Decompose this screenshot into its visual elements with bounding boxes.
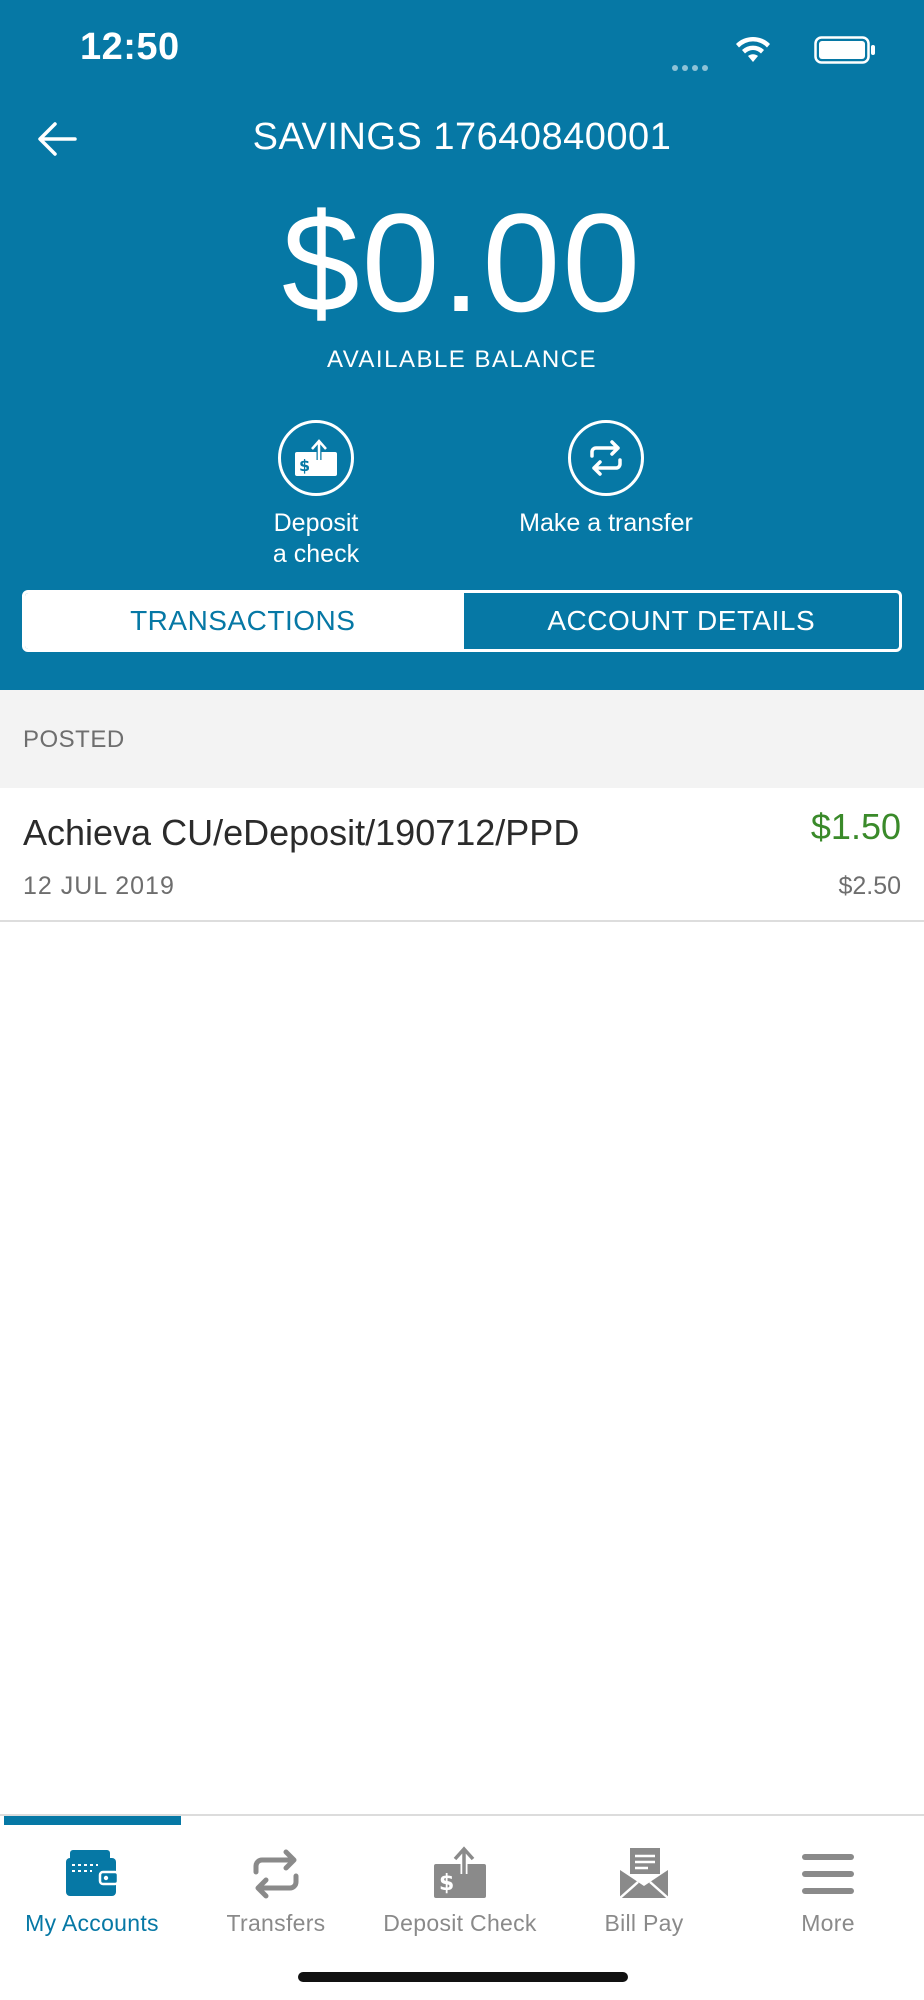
tab-transactions[interactable]: TRANSACTIONS: [25, 593, 461, 649]
tabbar-item-bill-pay[interactable]: Bill Pay: [552, 1832, 736, 1942]
svg-text:$: $: [439, 1871, 454, 1896]
status-time: 12:50: [80, 26, 180, 68]
tabbar-item-my-accounts[interactable]: My Accounts: [0, 1832, 184, 1942]
view-segmented-control: TRANSACTIONS ACCOUNT DETAILS: [22, 590, 902, 652]
transaction-running-balance: $2.50: [838, 872, 901, 900]
make-transfer-label: Make a transfer: [519, 509, 693, 537]
battery-icon: [814, 36, 875, 64]
posted-section-header: POSTED: [0, 690, 924, 788]
tabbar-label-bill-pay: Bill Pay: [604, 1910, 684, 1936]
tab-account-details[interactable]: ACCOUNT DETAILS: [460, 593, 900, 649]
svg-text:$: $: [299, 456, 310, 475]
transaction-amount: $1.50: [810, 806, 901, 847]
bill-pay-icon: [619, 1848, 669, 1899]
tabbar-item-deposit-check[interactable]: $ Deposit Check: [368, 1832, 552, 1942]
tabbar-label-my-accounts: My Accounts: [25, 1910, 159, 1936]
account-header: 12:50 SAVINGS 17640840001 $0.00 AVAILABL…: [0, 0, 924, 690]
transaction-description: Achieva CU/eDeposit/190712/PPD: [23, 812, 580, 853]
tabbar-label-deposit-check: Deposit Check: [383, 1910, 537, 1936]
home-indicator[interactable]: [298, 1972, 628, 1982]
make-transfer-action[interactable]: Make a transfer: [476, 420, 736, 539]
deposit-check-icon: $: [278, 420, 354, 496]
available-balance-amount: $0.00: [281, 184, 643, 341]
transaction-row[interactable]: Achieva CU/eDeposit/190712/PPD 12 JUL 20…: [0, 788, 924, 922]
deposit-check-action[interactable]: $ Deposit a check: [186, 420, 446, 570]
menu-icon: [802, 1854, 854, 1894]
account-title: SAVINGS 17640840001: [252, 116, 672, 158]
deposit-check-label-line1: Deposit: [273, 509, 359, 537]
transfer-icon: [253, 1849, 299, 1899]
wallet-icon: [66, 1850, 120, 1896]
status-icons: [656, 34, 876, 71]
tabbar-item-more[interactable]: More: [736, 1832, 920, 1942]
signal-icon: [672, 58, 716, 71]
deposit-check-icon: $: [434, 1844, 486, 1898]
transfer-icon: [568, 420, 644, 496]
active-tab-indicator: [4, 1816, 181, 1825]
tabbar-item-transfers[interactable]: Transfers: [184, 1832, 368, 1942]
tabbar-label-transfers: Transfers: [226, 1910, 326, 1936]
section-title: POSTED: [23, 726, 125, 753]
available-balance-label: AVAILABLE BALANCE: [326, 346, 598, 373]
wifi-icon: [736, 36, 770, 62]
deposit-check-label-line2: a check: [272, 540, 360, 568]
transaction-date: 12 JUL 2019: [23, 872, 175, 900]
tabbar-label-more: More: [801, 1910, 855, 1936]
